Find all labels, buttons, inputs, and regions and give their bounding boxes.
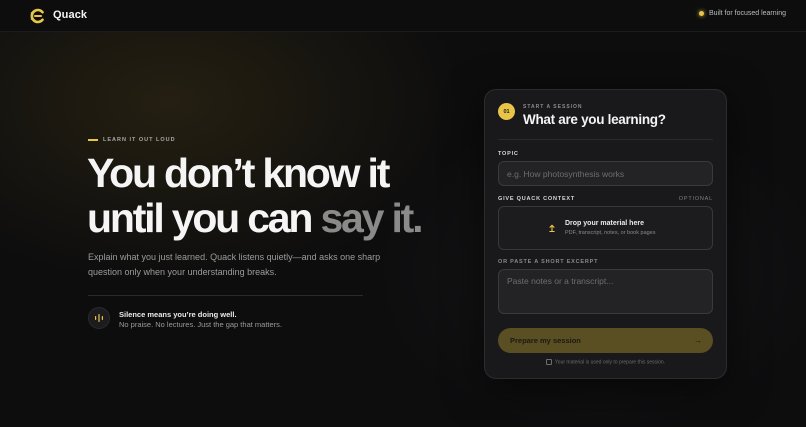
brand-name[interactable]: Quack: [53, 9, 87, 21]
headline-emphasis: say it.: [320, 195, 423, 241]
arrow-right-icon: →: [694, 336, 702, 345]
eyebrow-accent-line: [88, 139, 98, 141]
hero-divider: [88, 295, 363, 296]
status-dot-icon: [698, 11, 704, 16]
excerpt-label: OR PASTE A SHORT EXCERPT: [498, 259, 599, 265]
headline-line-2-start: until you can: [87, 195, 321, 241]
eyebrow-text: LEARN IT OUT LOUD: [103, 137, 176, 143]
hero-description: Explain what you just learned. Quack lis…: [88, 252, 381, 277]
prepare-session-button[interactable]: Prepare my session →: [498, 328, 713, 353]
drop-title: Drop your material here: [565, 220, 644, 227]
drop-subtitle: PDF, transcript, notes, or book pages: [565, 230, 656, 236]
quack-logo-icon[interactable]: [30, 8, 46, 24]
privacy-note: Your material is used only to prepare th…: [485, 359, 726, 365]
tagline-text: Built for focused learning: [708, 10, 786, 17]
file-drop-zone[interactable]: Drop your material here PDF, transcript,…: [498, 206, 713, 250]
upload-icon: [549, 224, 555, 232]
topic-label: TOPIC: [498, 151, 519, 157]
quiet-subtitle: No praise. No lectures. Just the gap tha…: [119, 320, 282, 329]
step-badge: 01: [498, 103, 515, 120]
quiet-title: Silence means you’re doing well.: [119, 310, 237, 319]
tagline: Built for focused learning: [698, 10, 786, 17]
topic-input[interactable]: [498, 161, 713, 186]
waveform-icon: [88, 307, 110, 329]
lock-icon: [545, 359, 552, 365]
privacy-note-text: Your material is used only to prepare th…: [554, 359, 666, 366]
card-eyebrow: START A SESSION: [523, 104, 583, 110]
hero-eyebrow: LEARN IT OUT LOUD: [88, 137, 176, 143]
headline-line-2: until you can say it.: [87, 196, 427, 241]
context-optional-label: OPTIONAL: [678, 196, 713, 202]
session-card: 01 START A SESSION What are you learning…: [484, 89, 727, 379]
context-label: GIVE QUACK CONTEXT: [498, 196, 576, 202]
top-bar: Quack Built for focused learning: [0, 0, 806, 32]
card-divider: [498, 139, 713, 140]
hero-headline: You don’t know it until you can say it.: [87, 151, 427, 241]
headline-line-1: You don’t know it: [87, 150, 390, 196]
card-title: What are you learning?: [523, 112, 666, 127]
prepare-session-label: Prepare my session: [510, 336, 581, 345]
excerpt-textarea[interactable]: [498, 269, 713, 314]
